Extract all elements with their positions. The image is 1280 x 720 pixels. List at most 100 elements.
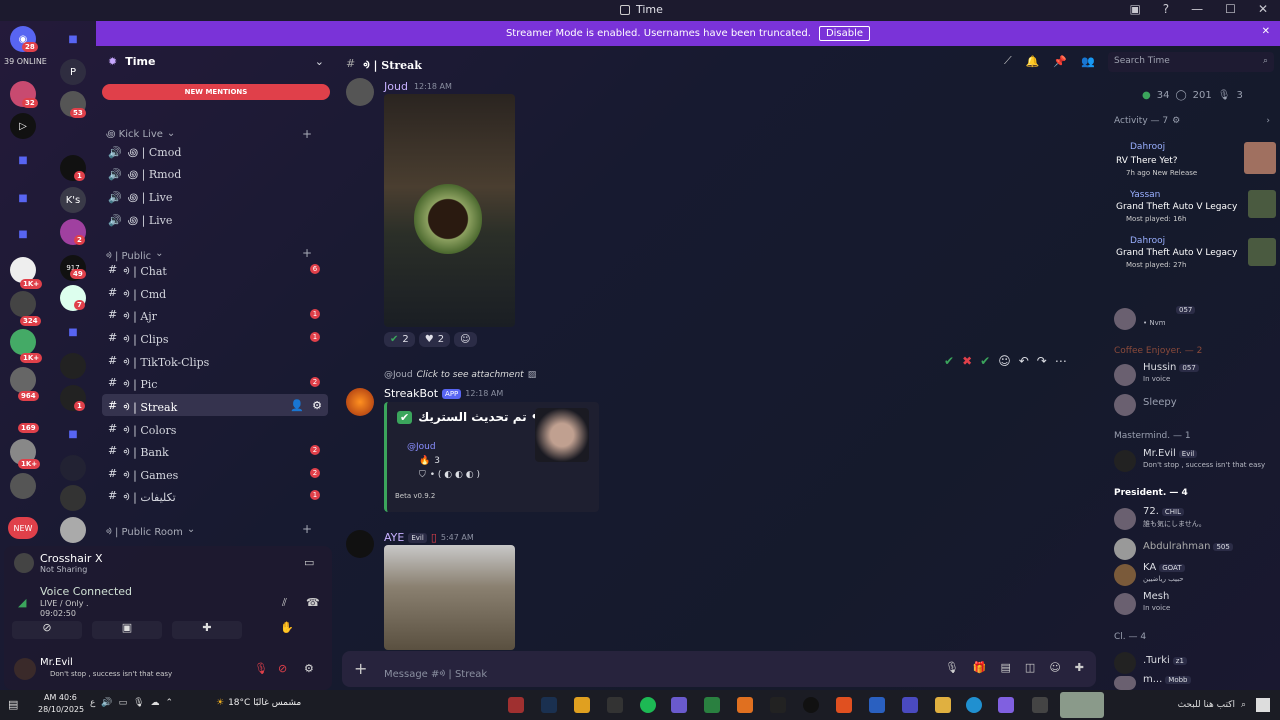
activity-header[interactable]: Activity — 7 ⚙ › (1114, 116, 1270, 126)
channel-clips[interactable]: # ᢀ | Clips 1 (102, 326, 328, 348)
channel-live-2[interactable]: 🔊 ꩜ | Live (102, 209, 328, 231)
edge-icon[interactable] (966, 697, 982, 713)
check-reaction-icon[interactable]: ✔ (944, 354, 954, 368)
activity-card[interactable]: Yassan Grand Theft Auto V Legacy Most pl… (1114, 188, 1276, 228)
app-icon[interactable] (770, 697, 786, 713)
image-attachment[interactable] (384, 94, 515, 327)
channel-takleefat[interactable]: # ᢀ | تكليفات 1 (102, 484, 328, 506)
folder-icon[interactable]: ■ (10, 185, 36, 211)
app-icon[interactable] (869, 697, 885, 713)
task-view-icon[interactable] (1032, 697, 1048, 713)
forward-icon[interactable]: ↷ (1037, 354, 1047, 368)
channel-cmod[interactable]: 🔊 ꩜ | Cmod (102, 141, 328, 163)
folder-icon[interactable]: ■ (60, 26, 86, 52)
sticker-icon[interactable]: ◫ (1025, 661, 1035, 674)
taskbar-search[interactable]: اكتب هنا للبحث ⌕ (1106, 695, 1246, 715)
add-reaction-button[interactable]: ☺ (454, 332, 477, 347)
spotify-icon[interactable] (640, 697, 656, 713)
app-icon[interactable] (902, 697, 918, 713)
close-banner-icon[interactable]: ✕ (1262, 26, 1270, 37)
emoji-icon[interactable]: ☺ (1049, 661, 1060, 674)
weather-widget[interactable]: ☀ 18°C مشمس غالبًا (216, 698, 301, 708)
server-14[interactable] (60, 455, 86, 481)
emoji-icon[interactable]: ☺ (998, 354, 1011, 368)
disable-button[interactable]: Disable (818, 26, 871, 41)
reaction-heart[interactable]: ♥ 2 (418, 332, 451, 347)
avatar[interactable] (346, 530, 374, 558)
reply-preview[interactable]: @Joud Click to see attachment ▨ (384, 370, 536, 380)
taskbar-time[interactable]: AM 40:6 (44, 693, 77, 702)
channel-bank[interactable]: # ᢀ | Bank 2 (102, 439, 328, 461)
activity-card[interactable]: Dahrooj RV There Yet? 7h ago New Release (1114, 140, 1276, 180)
member-item[interactable]: KA GOAT حبيب رياضيين (1114, 562, 1276, 590)
language-icon[interactable]: ع (90, 698, 95, 708)
channel-chat[interactable]: # ᢀ | Chat 6 (102, 258, 328, 280)
member-item[interactable]: Mr.Evil Evil Don't stop , success isn't t… (1114, 448, 1276, 476)
camera-off-button[interactable]: ⊘ (12, 621, 82, 639)
mute-icon[interactable]: 🎙 (254, 662, 268, 675)
noise-suppression-icon[interactable]: ⫽ (282, 596, 287, 610)
discord-icon[interactable] (671, 697, 687, 713)
folder-icon[interactable]: ■ (60, 421, 86, 447)
guild-header[interactable]: ✹ Time ⌄ (108, 55, 328, 68)
member-item[interactable]: Mesh In voice (1114, 591, 1276, 619)
member-item[interactable]: m... Mobb (1114, 674, 1276, 690)
cross-reaction-icon[interactable]: ✖ (962, 354, 972, 368)
embed-mention[interactable]: @Joud (407, 442, 436, 452)
server-7[interactable] (10, 291, 36, 317)
add-channel-icon[interactable]: + (302, 127, 312, 141)
soundboard-button[interactable]: ✋ (252, 621, 322, 639)
activity-card[interactable]: Dahrooj Grand Theft Auto V Legacy Most p… (1114, 236, 1276, 276)
server-10[interactable] (60, 353, 86, 379)
settings-gear-icon[interactable]: ⚙ (304, 662, 314, 675)
image-attachment[interactable] (384, 545, 515, 650)
reaction-check[interactable]: ✔ 2 (384, 332, 415, 347)
mic-icon[interactable]: 🎙 (133, 698, 144, 708)
folder-icon[interactable]: ■ (10, 221, 36, 247)
server-11[interactable] (10, 367, 36, 393)
bot-avatar[interactable] (346, 388, 374, 416)
server-17[interactable] (60, 517, 86, 543)
screen-share-button[interactable]: ▣ (92, 621, 162, 639)
more-icon[interactable]: ⋯ (1055, 354, 1067, 368)
search-input[interactable]: Search Time ⌕ (1108, 52, 1274, 72)
member-item[interactable]: 72. CHIL 誰も気にしません。 (1114, 506, 1276, 534)
deafen-icon[interactable]: ⊘ (278, 662, 287, 675)
new-mentions-bar[interactable]: NEW MENTIONS (102, 84, 330, 100)
inbox-icon[interactable]: ▣ (1129, 2, 1140, 16)
channel-rmod[interactable]: 🔊 ꩜ | Rmod (102, 163, 328, 185)
app-icon[interactable] (508, 697, 524, 713)
brave-icon[interactable] (836, 697, 852, 713)
channel-games[interactable]: # ᢀ | Games 2 (102, 462, 328, 484)
avatar[interactable] (346, 78, 374, 106)
channel-colors[interactable]: # ᢀ | Colors (102, 417, 328, 439)
member-item[interactable]: Hussin 057 In voice (1114, 362, 1276, 390)
check-circle-icon[interactable]: ✔ (980, 354, 990, 368)
mic-off-icon[interactable]: 🎙 (945, 661, 959, 674)
disconnect-icon[interactable]: ☎ (306, 596, 320, 609)
channel-ajr[interactable]: # ᢀ | Ajr 1 (102, 303, 328, 325)
app-icon[interactable] (607, 697, 623, 713)
avatar[interactable] (14, 658, 36, 680)
app-icon[interactable] (704, 697, 720, 713)
app-icon[interactable] (737, 697, 753, 713)
server-p[interactable]: P (60, 59, 86, 85)
folder-icon[interactable]: ■ (10, 147, 36, 173)
taskbar-date[interactable]: 28/10/2025 (38, 705, 84, 714)
screen-share-icon[interactable]: ▭ (304, 556, 314, 569)
server-new[interactable]: NEW (8, 517, 38, 539)
notification-icon[interactable]: ▤ (8, 698, 18, 711)
app-icon[interactable] (803, 697, 819, 713)
channel-live-1[interactable]: 🔊 ꩜ | Live (102, 186, 328, 208)
server-9[interactable] (10, 329, 36, 355)
add-member-icon[interactable]: 👤 (290, 399, 304, 412)
add-channel-icon[interactable]: + (302, 522, 312, 536)
member-item[interactable]: Sleepy (1114, 392, 1276, 420)
close-window-button[interactable]: ✕ (1258, 2, 1268, 16)
server-16[interactable] (60, 485, 86, 511)
channel-tiktok-clips[interactable]: # ᢀ | TikTok-Clips (102, 349, 328, 371)
file-explorer-icon[interactable] (935, 697, 951, 713)
maximize-button[interactable]: ☐ (1225, 2, 1236, 16)
steam-icon[interactable] (541, 697, 557, 713)
reply-icon[interactable]: ↶ (1019, 354, 1029, 368)
